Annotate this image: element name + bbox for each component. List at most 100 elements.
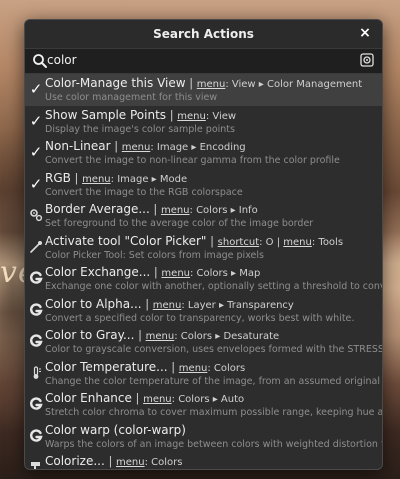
- gegl-icon: [28, 333, 44, 349]
- result-path: : Colors ▸ Map: [190, 268, 261, 279]
- result-name: Border Average...: [45, 202, 150, 216]
- result-item[interactable]: Color Temperature... | menu: Colors Chang…: [25, 358, 382, 390]
- result-name: Colorize...: [45, 454, 105, 468]
- result-keyword: menu: [178, 362, 208, 374]
- result-item[interactable]: Colorize... | menu: Colors: [25, 452, 382, 469]
- result-description: Stretch color chroma to cover maximum po…: [45, 407, 382, 418]
- result-item[interactable]: Border Average... | menu: Colors ▸ Info S…: [25, 200, 382, 232]
- result-keyword: menu: [177, 110, 206, 122]
- close-button[interactable]: ×: [357, 25, 373, 41]
- result-description: Change the color temperature of the imag…: [45, 375, 382, 387]
- result-keyword: menu: [121, 142, 151, 153]
- result-separator: |: [185, 76, 197, 90]
- result-keyword: menu: [152, 299, 182, 311]
- result-separator: |: [134, 328, 146, 342]
- result-item[interactable]: Color warp (color-warp) Warps the colors …: [25, 421, 382, 453]
- gegl-icon: [28, 428, 44, 444]
- result-title: Color Temperature... | menu: Colors: [45, 360, 382, 374]
- result-path: : Image ▸ Encoding: [150, 142, 246, 153]
- result-path: : View ▸ Color Management: [225, 79, 363, 90]
- result-name: Color Enhance: [45, 391, 132, 405]
- result-title: Show Sample Points | menu: View: [45, 108, 382, 122]
- dialog-title: Search Actions: [153, 27, 254, 41]
- result-item[interactable]: Color to Alpha... | menu: Layer ▸ Transp…: [25, 295, 382, 327]
- color-picker-icon: [28, 239, 44, 255]
- result-keyword: menu: [196, 79, 226, 90]
- check-icon: ✓: [29, 174, 43, 193]
- result-separator: |: [149, 202, 161, 216]
- thermometer-icon: [28, 365, 44, 381]
- result-item[interactable]: ✓ RGB | menu: Image ▸ Mode Convert the ima…: [25, 169, 382, 201]
- result-name: Non-Linear: [45, 139, 111, 153]
- gegl-icon: [28, 302, 44, 318]
- result-item[interactable]: ✓ Color-Manage this View | menu: View ▸ C…: [25, 74, 382, 106]
- result-keyword: menu: [143, 394, 172, 405]
- result-separator: |: [150, 265, 162, 279]
- check-icon: ✓: [29, 143, 43, 161]
- result-path: : Colors: [207, 362, 246, 374]
- result-title: Non-Linear | menu: Image ▸ Encoding: [45, 139, 382, 153]
- result-item[interactable]: Color Exchange... | menu: Colors ▸ Map Ex…: [25, 263, 382, 295]
- check-icon: ✓: [29, 111, 43, 130]
- result-separator: |: [70, 170, 83, 185]
- result-name: Color warp (color-warp): [45, 422, 186, 437]
- result-name: RGB: [45, 170, 71, 185]
- result-path: : Colors ▸ Auto: [171, 394, 245, 405]
- colorize-icon: [28, 459, 44, 469]
- result-path: : Colors ▸ Desaturate: [174, 331, 280, 342]
- result-description: Use color management for this view: [45, 92, 218, 103]
- gears-icon: [28, 207, 44, 223]
- result-description: Color Picker Tool: Set colors from image…: [45, 249, 264, 261]
- result-title: Border Average... | menu: Colors ▸ Info: [45, 202, 382, 216]
- result-name: Color Exchange...: [45, 265, 151, 279]
- result-name: Color-Manage this View: [45, 76, 186, 90]
- result-title: Color to Alpha... | menu: Layer ▸ Transp…: [45, 297, 382, 311]
- check-icon: ✓: [29, 80, 43, 98]
- result-path: : View: [205, 110, 237, 122]
- result-title: Color Enhance | menu: Colors ▸ Auto: [45, 391, 382, 405]
- result-path: : Layer ▸ Transparency: [181, 299, 294, 311]
- dialog-titlebar: Search Actions ×: [25, 20, 382, 48]
- result-title: Color warp (color-warp): [45, 423, 382, 437]
- result-separator: |: [110, 139, 122, 153]
- result-description: Warps the colors of an image between col…: [45, 438, 382, 450]
- result-name: Color to Alpha...: [45, 296, 142, 311]
- result-description: Exchange one color with another, optiona…: [45, 281, 382, 292]
- result-description: Convert the image to the RGB colorspace: [45, 186, 243, 198]
- result-path: : Tools: [311, 236, 344, 248]
- results-list: ✓ Color-Manage this View | menu: View ▸ C…: [25, 74, 382, 469]
- search-actions-dialog: Search Actions × ✓Color-Manage this View…: [24, 19, 383, 470]
- search-icon: [33, 54, 47, 68]
- result-title: Color to Gray... | menu: Colors ▸ Desatu…: [45, 328, 382, 342]
- preferences-icon[interactable]: [360, 53, 374, 67]
- search-bar: [25, 48, 382, 74]
- result-title: Colorize... | menu: Colors: [45, 454, 382, 468]
- result-name: Activate tool "Color Picker": [45, 233, 207, 248]
- result-item[interactable]: ✓ Show Sample Points | menu: View Display …: [25, 106, 382, 138]
- result-keyword: menu: [82, 173, 111, 185]
- result-item[interactable]: ✓ Non-Linear | menu: Image ▸ Encoding Conv…: [25, 137, 382, 169]
- gegl-icon: [28, 270, 44, 286]
- result-keyword: menu: [160, 205, 190, 216]
- result-keyword: menu: [115, 457, 145, 468]
- result-item[interactable]: Color Enhance | menu: Colors ▸ Auto Stret…: [25, 389, 382, 421]
- result-path: : O |: [259, 236, 284, 248]
- result-keyword: menu: [161, 268, 190, 279]
- result-description: Convert the image to non-linear gamma fr…: [45, 155, 340, 166]
- result-name: Color to Gray...: [45, 328, 135, 342]
- gegl-icon: [28, 396, 44, 412]
- result-separator: |: [131, 391, 144, 405]
- result-separator: |: [141, 296, 153, 311]
- result-description: Color to grayscale conversion, uses enve…: [45, 344, 382, 355]
- result-keyword: menu: [145, 331, 175, 342]
- result-separator: |: [104, 454, 116, 468]
- result-separator: |: [167, 359, 179, 374]
- result-item[interactable]: Activate tool "Color Picker" | shortcut:…: [25, 232, 382, 264]
- search-input[interactable]: [47, 51, 347, 69]
- result-keyword: shortcut: [217, 236, 260, 248]
- result-item[interactable]: Color to Gray... | menu: Colors ▸ Desatu…: [25, 326, 382, 358]
- result-name: Show Sample Points: [45, 107, 167, 122]
- result-title: Color Exchange... | menu: Colors ▸ Map: [45, 265, 382, 279]
- result-title: RGB | menu: Image ▸ Mode: [45, 171, 382, 185]
- result-title: Color-Manage this View | menu: View ▸ Co…: [45, 76, 382, 90]
